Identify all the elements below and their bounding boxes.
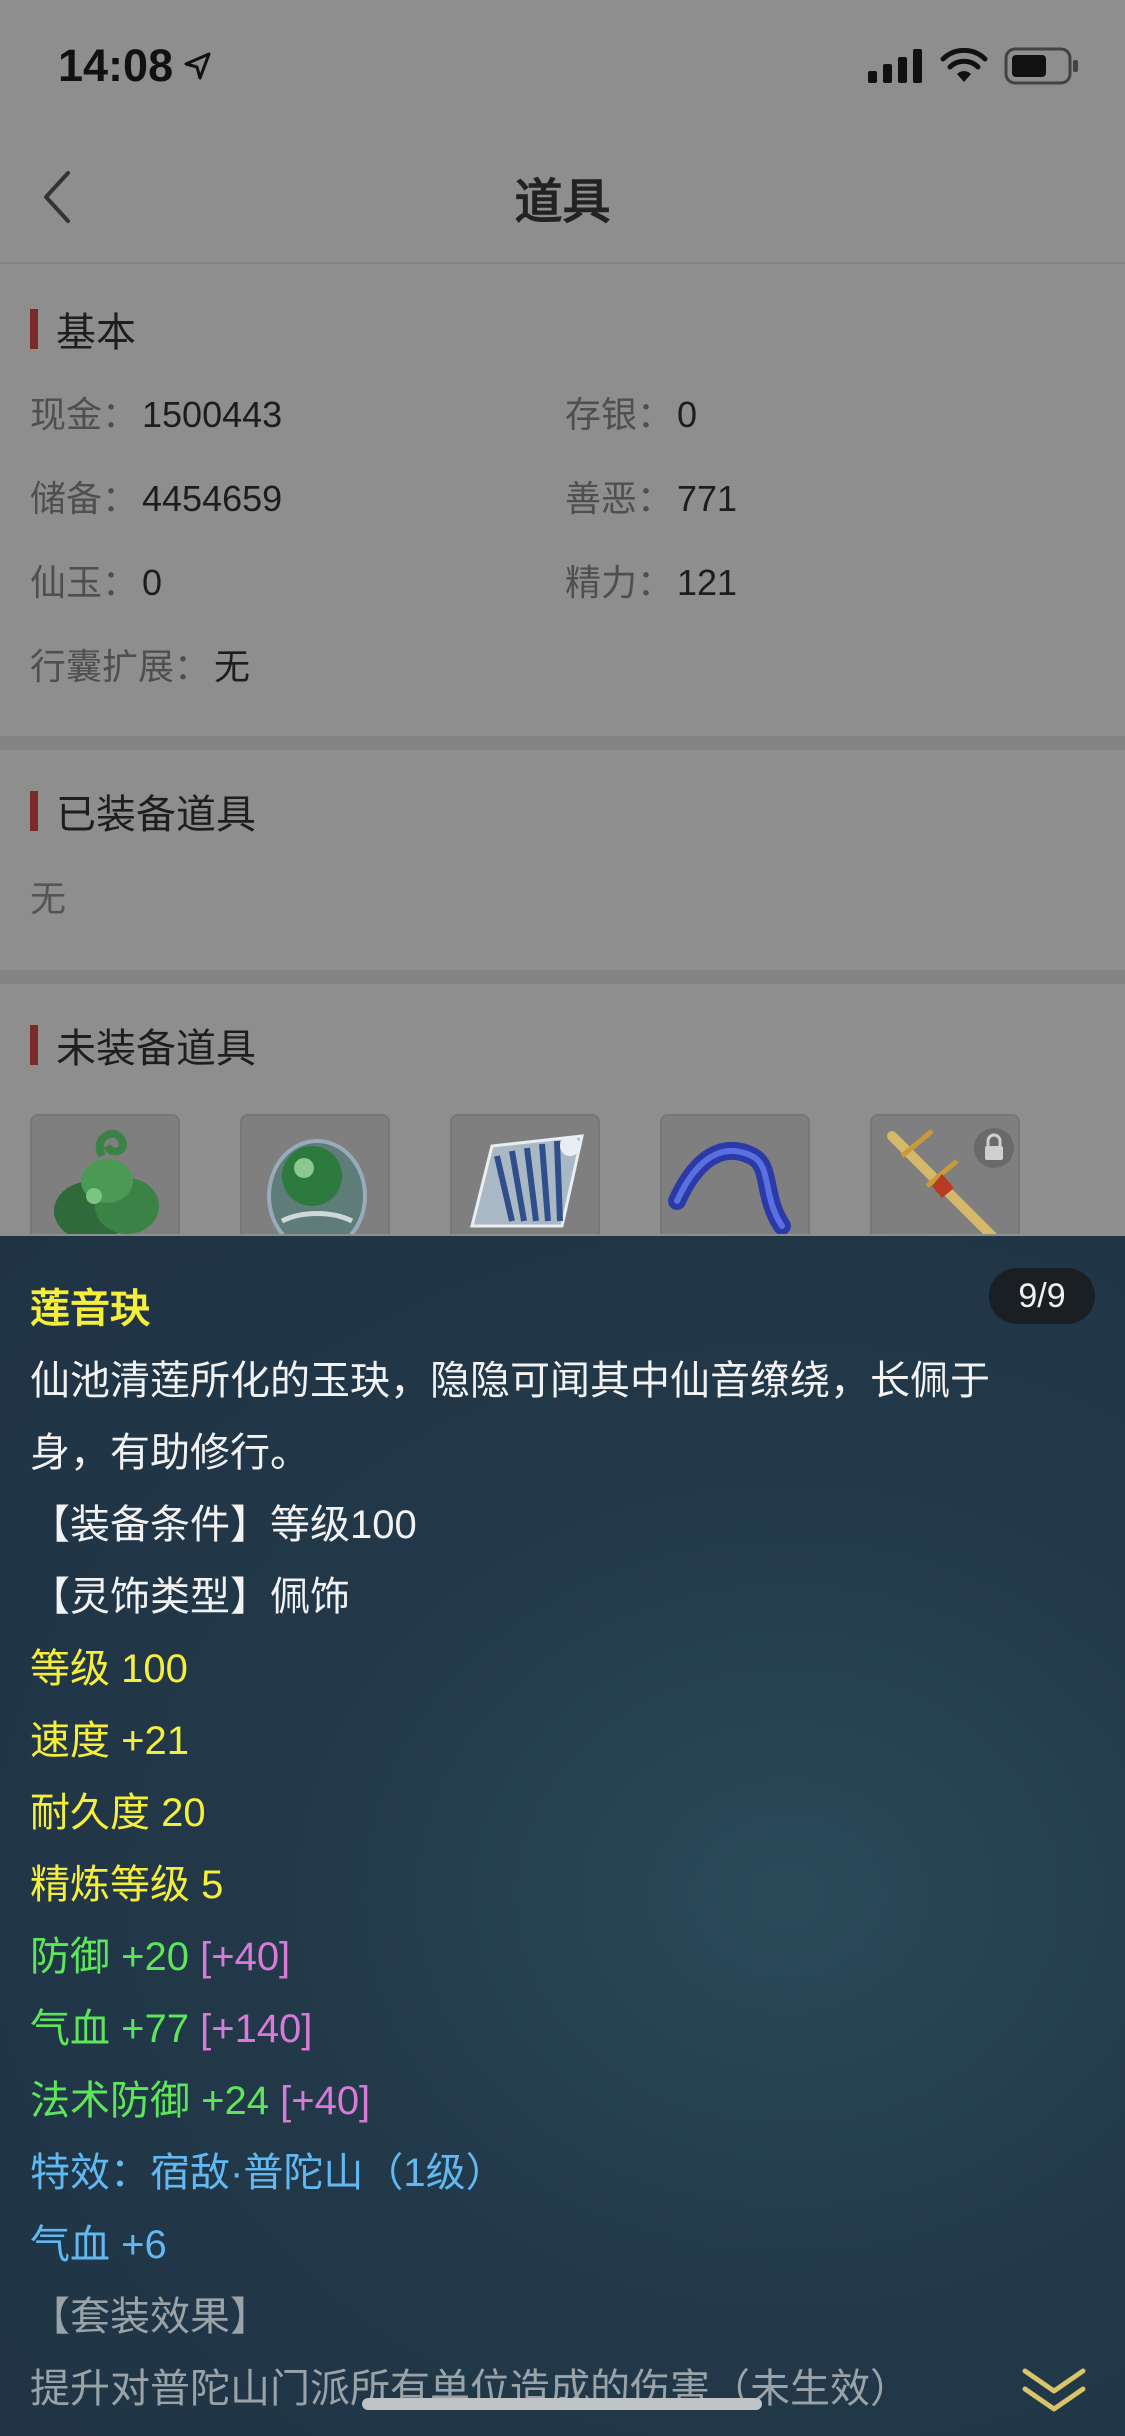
stat-defense-value: 防御 +20 <box>30 1935 189 1979</box>
item-description-line-2: 身，有助修行。 <box>30 1431 310 1475</box>
equipped-empty-text: 无 <box>30 878 67 919</box>
field-value: 无 <box>214 646 251 687</box>
home-indicator[interactable] <box>362 2398 762 2410</box>
basic-section-header: 基本 <box>30 300 136 358</box>
field-cash: 现金： 1500443 <box>30 386 282 438</box>
field-value: 771 <box>677 478 738 519</box>
stat-durability: 耐久度 20 <box>30 1791 206 1835</box>
item-detail-panel[interactable]: 莲音玦 9/9 仙池清莲所化的玉玦，隐隐可闻其中仙音缭绕，长佩于 身，有助修行。… <box>0 1236 1125 2436</box>
stat-level: 等级 100 <box>30 1647 188 1691</box>
item-thumbnail[interactable] <box>660 1114 810 1234</box>
equip-condition: 【装备条件】等级100 <box>30 1503 417 1547</box>
jade-pendant-item-icon <box>267 1139 367 1234</box>
stat-refine-level: 精炼等级 5 <box>30 1863 224 1907</box>
item-description-line-1: 仙池清莲所化的玉玦，隐隐可闻其中仙音缭绕，长佩于 <box>30 1359 990 1403</box>
extra-hp: 气血 +6 <box>30 2223 167 2267</box>
section-accent-bar <box>30 1025 38 1065</box>
blue-fan-item-icon <box>470 1134 584 1228</box>
field-label: 储备： <box>30 478 139 519</box>
section-accent-bar <box>30 791 38 831</box>
status-bar: 14:08 <box>0 0 1125 132</box>
stat-magic-defense-value: 法术防御 +24 <box>30 2079 269 2123</box>
navigation-bar: 道具 <box>0 132 1125 264</box>
stat-hp: 气血 +77 [+140] <box>30 1996 312 2054</box>
field-label: 仙玉： <box>30 562 139 603</box>
battery-icon <box>1004 47 1078 85</box>
section-title: 已装备道具 <box>56 793 256 837</box>
equipped-section-header: 已装备道具 <box>30 782 256 840</box>
status-indicators <box>868 47 1080 85</box>
item-thumbnail[interactable] <box>30 1114 180 1234</box>
unequipped-section-header: 未装备道具 <box>30 1016 256 1074</box>
section-divider <box>0 970 1125 984</box>
set-effect-title: 【套装效果】 <box>30 2295 270 2339</box>
wifi-icon <box>940 48 988 82</box>
field-label: 存银： <box>565 394 674 435</box>
equipped-section: 已装备道具 无 <box>0 750 1125 970</box>
field-label: 现金： <box>30 394 139 435</box>
field-label: 行囊扩展： <box>30 646 211 687</box>
status-time: 14:08 <box>58 40 213 92</box>
field-savings: 存银： 0 <box>565 386 697 438</box>
section-title: 未装备道具 <box>56 1027 256 1071</box>
field-label: 善恶： <box>565 478 674 519</box>
stat-defense-bonus: [+40] <box>200 1935 291 1979</box>
field-reserve: 储备： 4454659 <box>30 470 282 522</box>
item-name: 莲音玦 <box>30 1287 150 1331</box>
field-karma: 善恶： 771 <box>565 470 737 522</box>
field-value: 1500443 <box>142 394 283 435</box>
field-jade: 仙玉： 0 <box>30 554 162 606</box>
chevron-left-icon <box>44 171 70 223</box>
back-button[interactable] <box>22 162 92 232</box>
lock-icon <box>974 1128 1014 1168</box>
field-value: 4454659 <box>142 478 283 519</box>
item-thumbnail-list <box>30 1114 1020 1234</box>
field-energy: 精力： 121 <box>565 554 737 606</box>
item-thumbnail[interactable] <box>240 1114 390 1234</box>
page-counter-badge: 9/9 <box>989 1268 1095 1324</box>
scroll-down-button[interactable] <box>1019 2361 1089 2421</box>
stat-speed: 速度 +21 <box>30 1719 189 1763</box>
stat-defense: 防御 +20 [+40] <box>30 1924 290 1982</box>
clock-text: 14:08 <box>58 40 174 91</box>
section-title: 基本 <box>56 311 136 355</box>
blue-ribbon-item-icon <box>668 1141 791 1234</box>
section-divider <box>0 736 1125 750</box>
field-label: 精力： <box>565 562 674 603</box>
section-accent-bar <box>30 309 38 349</box>
stat-hp-bonus: [+140] <box>200 2007 313 2051</box>
jade-leaves-item-icon <box>54 1129 159 1234</box>
stat-magic-defense-bonus: [+40] <box>280 2079 371 2123</box>
field-value: 0 <box>142 562 163 603</box>
item-thumbnail[interactable] <box>870 1114 1020 1234</box>
double-chevron-down-icon <box>1022 2368 1086 2412</box>
special-effect: 特效：宿敌·普陀山（1级） <box>30 2151 506 2195</box>
accessory-type: 【灵饰类型】佩饰 <box>30 1575 350 1619</box>
basic-section: 基本 现金： 1500443 存银： 0 储备： 4454659 善恶： 771… <box>0 266 1125 736</box>
field-value: 0 <box>677 394 698 435</box>
page-title: 道具 <box>514 176 611 229</box>
cellular-signal-icon <box>868 49 922 83</box>
stat-hp-value: 气血 +77 <box>30 2007 189 2051</box>
item-thumbnail[interactable] <box>450 1114 600 1234</box>
field-value: 121 <box>677 562 738 603</box>
field-bag-expansion: 行囊扩展： 无 <box>30 638 250 690</box>
stat-magic-defense: 法术防御 +24 [+40] <box>30 2068 370 2126</box>
location-arrow-icon <box>184 52 211 80</box>
